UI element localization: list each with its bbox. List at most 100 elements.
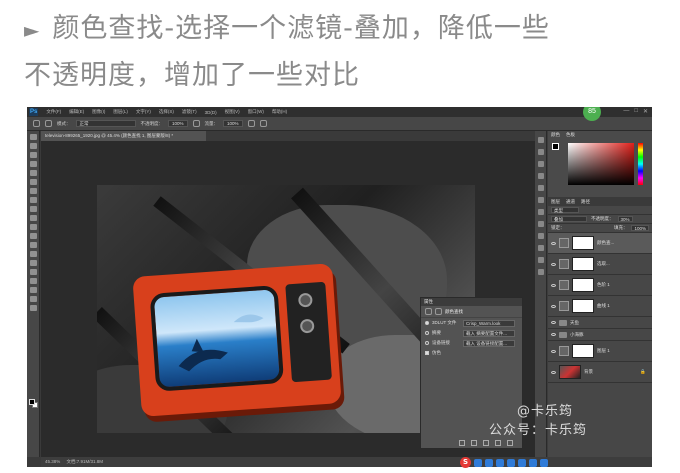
layer-row[interactable]: 背景 🔒 bbox=[548, 362, 652, 383]
path-select-tool-icon[interactable] bbox=[29, 278, 37, 284]
brush-preset-icon[interactable] bbox=[33, 120, 40, 127]
layer-group-row[interactable]: 天鱼 bbox=[548, 317, 652, 329]
dodge-tool-icon[interactable] bbox=[29, 251, 37, 257]
menu-file[interactable]: 文件(F) bbox=[46, 109, 61, 115]
blur-tool-icon[interactable] bbox=[29, 242, 37, 248]
color-fg-swatch[interactable] bbox=[552, 143, 559, 150]
healing-tool-icon[interactable] bbox=[29, 188, 37, 194]
zoom-tool-icon[interactable] bbox=[29, 305, 37, 311]
color-picker-field[interactable] bbox=[568, 143, 634, 185]
eyedropper-tool-icon[interactable] bbox=[29, 179, 37, 185]
abstract-radio[interactable] bbox=[425, 331, 429, 335]
menu-type[interactable]: 文字(Y) bbox=[136, 109, 151, 115]
tab-layers[interactable]: 图层 bbox=[551, 197, 560, 206]
ime-emoji-icon[interactable] bbox=[496, 458, 504, 467]
gradient-tool-icon[interactable] bbox=[29, 233, 37, 239]
character-icon[interactable] bbox=[537, 173, 544, 179]
mask-icon[interactable] bbox=[435, 308, 442, 315]
marquee-tool-icon[interactable] bbox=[29, 143, 37, 149]
channels-icon[interactable] bbox=[537, 269, 544, 275]
tab-color[interactable]: 颜色 bbox=[548, 131, 563, 139]
menu-window[interactable]: 窗口(W) bbox=[248, 109, 264, 115]
tab-swatches[interactable]: 色板 bbox=[563, 131, 578, 139]
reset-icon[interactable] bbox=[483, 440, 489, 446]
pressure-opacity-icon[interactable] bbox=[192, 120, 200, 127]
layer-mask-thumb[interactable] bbox=[572, 278, 594, 292]
menu-layer[interactable]: 图层(L) bbox=[113, 109, 128, 115]
menu-select[interactable]: 选择(S) bbox=[159, 109, 174, 115]
brush-settings-icon[interactable] bbox=[537, 197, 544, 203]
type-tool-icon[interactable] bbox=[29, 269, 37, 275]
ime-tools-icon[interactable] bbox=[540, 458, 548, 467]
crop-tool-icon[interactable] bbox=[29, 170, 37, 176]
layer-row[interactable]: 曲线 1 bbox=[548, 296, 652, 317]
mode-select[interactable]: 正常 bbox=[75, 120, 136, 127]
eye-icon[interactable] bbox=[551, 241, 556, 245]
visibility-icon[interactable] bbox=[495, 440, 501, 446]
quick-select-tool-icon[interactable] bbox=[29, 161, 37, 167]
abstract-select[interactable]: 载入 摘要配置文件... bbox=[463, 329, 515, 337]
ime-voice-icon[interactable] bbox=[507, 458, 515, 467]
layer-filter-select[interactable]: 类型 bbox=[551, 207, 579, 213]
properties-icon[interactable] bbox=[537, 257, 544, 263]
pen-tool-icon[interactable] bbox=[29, 260, 37, 266]
menu-view[interactable]: 视图(V) bbox=[225, 109, 240, 115]
sogou-logo-icon[interactable]: S bbox=[460, 457, 471, 468]
tab-channels[interactable]: 通道 bbox=[566, 197, 575, 206]
eye-icon[interactable] bbox=[551, 370, 556, 374]
device-link-select[interactable]: 载入 设备链接配置... bbox=[463, 339, 515, 347]
layer-mask-thumb[interactable] bbox=[572, 344, 594, 358]
ime-keyboard-icon[interactable] bbox=[518, 458, 526, 467]
layer-row[interactable]: 图层 1 bbox=[548, 341, 652, 362]
styles-icon[interactable] bbox=[537, 245, 544, 251]
menu-filter[interactable]: 滤镜(T) bbox=[182, 109, 197, 115]
shape-tool-icon[interactable] bbox=[29, 287, 37, 293]
blend-mode-select[interactable]: 叠加 bbox=[551, 216, 587, 222]
minimize-button[interactable]: — bbox=[623, 108, 629, 115]
lut-select[interactable]: Crisp_Warm.look bbox=[463, 319, 515, 327]
device-link-radio[interactable] bbox=[425, 341, 429, 345]
lasso-tool-icon[interactable] bbox=[29, 152, 37, 158]
ime-punct-icon[interactable] bbox=[485, 458, 493, 467]
history-icon[interactable] bbox=[537, 137, 544, 143]
pressure-size-icon[interactable] bbox=[259, 120, 267, 127]
dither-checkbox[interactable] bbox=[425, 351, 429, 355]
trash-icon[interactable] bbox=[507, 440, 513, 446]
layer-opacity-field[interactable]: 30% bbox=[617, 216, 633, 222]
eye-icon[interactable] bbox=[551, 262, 556, 266]
eye-icon[interactable] bbox=[551, 349, 556, 353]
eye-icon[interactable] bbox=[551, 333, 556, 336]
paragraph-icon[interactable] bbox=[537, 185, 544, 191]
eye-icon[interactable] bbox=[551, 304, 556, 308]
brush-panel-icon[interactable] bbox=[45, 120, 52, 127]
eraser-tool-icon[interactable] bbox=[29, 224, 37, 230]
brush-tool-icon[interactable] bbox=[29, 197, 37, 203]
airbrush-icon[interactable] bbox=[247, 120, 255, 127]
menu-help[interactable]: 帮助(H) bbox=[272, 109, 287, 115]
eye-icon[interactable] bbox=[551, 321, 556, 324]
tab-paths[interactable]: 路径 bbox=[581, 197, 590, 206]
menu-3d[interactable]: 3D(D) bbox=[205, 110, 217, 115]
layer-group-row[interactable]: 小海豚 bbox=[548, 329, 652, 341]
lut-radio[interactable] bbox=[425, 321, 429, 325]
maximize-button[interactable]: □ bbox=[634, 108, 638, 115]
foreground-color-swatch[interactable] bbox=[29, 399, 35, 405]
hue-slider[interactable] bbox=[638, 143, 643, 185]
layer-row[interactable]: 选取... bbox=[548, 254, 652, 275]
clip-icon[interactable] bbox=[459, 440, 465, 446]
layer-mask-thumb[interactable] bbox=[572, 236, 594, 250]
hand-tool-icon[interactable] bbox=[29, 296, 37, 302]
view-previous-icon[interactable] bbox=[471, 440, 477, 446]
document-tab[interactable]: television-899265_1920.jpg @ 45.4% (颜色查找… bbox=[41, 131, 206, 141]
actions-icon[interactable] bbox=[537, 149, 544, 155]
opacity-field[interactable]: 100% bbox=[168, 120, 188, 127]
layer-mask-thumb[interactable] bbox=[572, 257, 594, 271]
adjustments-icon[interactable] bbox=[537, 233, 544, 239]
menu-image[interactable]: 图像(I) bbox=[92, 109, 105, 115]
ime-lang-icon[interactable] bbox=[474, 458, 482, 467]
layer-mask-thumb[interactable] bbox=[572, 299, 594, 313]
ime-skin-icon[interactable] bbox=[529, 458, 537, 467]
clone-source-icon[interactable] bbox=[537, 209, 544, 215]
info-icon[interactable] bbox=[537, 161, 544, 167]
history-brush-tool-icon[interactable] bbox=[29, 215, 37, 221]
